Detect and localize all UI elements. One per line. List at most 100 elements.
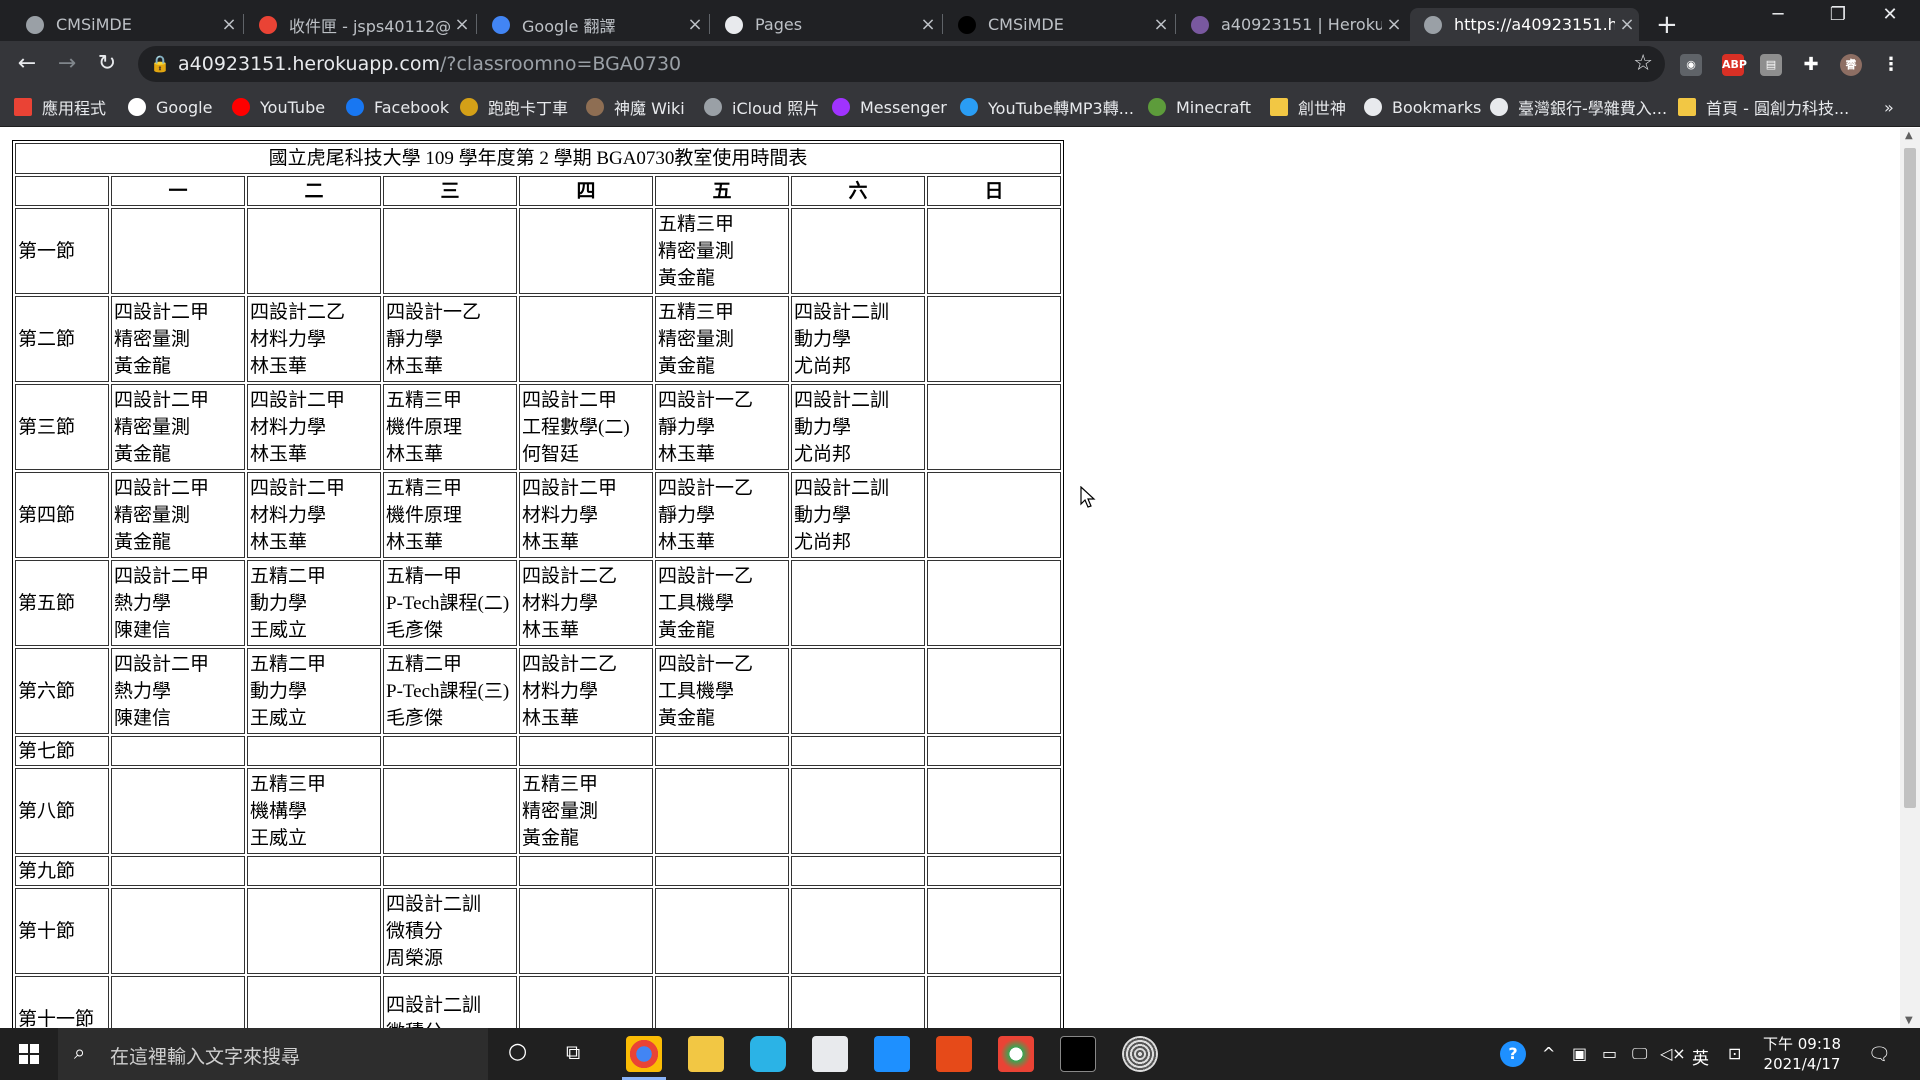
bookmark-item[interactable]: iCloud 照片 (704, 95, 819, 119)
close-tab-icon[interactable]: × (1382, 14, 1406, 35)
taskbar-file-explorer-icon[interactable] (688, 1036, 724, 1072)
page-scrollbar[interactable]: ▲ ▼ (1900, 128, 1920, 1028)
bookmark-item[interactable]: YouTube轉MP3轉... (960, 95, 1134, 119)
cell-line: 機件原理 (386, 416, 463, 438)
browser-tab[interactable]: a40923151 | Heroku × (1177, 8, 1406, 41)
bookmark-item[interactable]: 臺灣銀行-學雜費入... (1490, 95, 1667, 119)
schedule-cell: 四設計二甲 熱力學 陳建信 (111, 560, 245, 646)
bookmark-item[interactable]: Messenger (832, 95, 947, 119)
bookmark-item[interactable]: Google (128, 95, 212, 119)
taskbar-chrome-icon[interactable] (626, 1036, 662, 1072)
schedule-cell: 五精二甲 動力學 王威立 (247, 648, 381, 734)
taskbar-clock[interactable]: 下午 09:18 2021/4/17 (1760, 1034, 1844, 1074)
profile-avatar[interactable]: 睿 (1840, 54, 1862, 76)
extension-cast-icon[interactable]: ▤ (1760, 54, 1782, 76)
restore-window-icon[interactable]: ❐ (1808, 4, 1868, 25)
scroll-down-arrow-icon[interactable]: ▼ (1905, 1015, 1913, 1026)
tray-chevron-up-icon[interactable]: ^ (1542, 1044, 1555, 1063)
cortana-circle-icon[interactable]: ○ (508, 1039, 527, 1064)
extension-mask-icon[interactable]: ◉ (1680, 54, 1702, 76)
close-tab-icon[interactable]: × (683, 14, 707, 35)
taskbar-chrome-canary-icon[interactable] (998, 1036, 1034, 1072)
day-header: 四 (519, 176, 653, 206)
taskbar-app-icon[interactable] (1122, 1036, 1158, 1072)
browser-tab[interactable]: Pages × (711, 8, 940, 41)
youtube-icon (232, 98, 250, 116)
taskbar-search-box[interactable]: ⌕ 在這裡輸入文字來搜尋 (58, 1028, 488, 1080)
notification-center-icon[interactable]: 🗨 (1868, 1044, 1891, 1065)
cell-line: P-Tech課程(二) (386, 592, 510, 614)
scrollbar-thumb[interactable] (1904, 148, 1916, 808)
back-icon[interactable]: ← (12, 49, 42, 79)
bookmark-item[interactable]: 跑跑卡丁車 (460, 95, 568, 119)
schedule-cell (791, 648, 925, 734)
bookmark-item[interactable]: Minecraft (1148, 95, 1251, 119)
browser-tab[interactable]: Google 翻譯 × (478, 8, 707, 41)
cell-line: 林玉華 (250, 443, 308, 465)
windows-start-button[interactable] (0, 1028, 58, 1080)
cell-line: 林玉華 (522, 619, 580, 641)
mouse-cursor-icon (1080, 486, 1096, 508)
cell-line: 四設計二訓 (794, 301, 890, 323)
bookmark-star-icon[interactable]: ☆ (1633, 51, 1653, 76)
tray-volume-muted-icon[interactable]: ◁× (1660, 1044, 1686, 1063)
cell-line: 林玉華 (386, 531, 444, 553)
taskbar-kkbox-icon[interactable] (750, 1036, 786, 1072)
bookmark-item[interactable]: YouTube (232, 95, 325, 119)
tray-battery-icon[interactable]: ▭ (1602, 1044, 1617, 1063)
bookmark-item[interactable]: Bookmarks (1364, 95, 1481, 119)
minimize-window-icon[interactable]: ─ (1748, 4, 1808, 25)
lock-icon[interactable]: 🔒 (150, 54, 170, 73)
forward-icon[interactable]: → (52, 49, 82, 79)
taskbar-mail-icon[interactable] (874, 1036, 910, 1072)
schedule-cell (519, 208, 653, 294)
cell-line: 王威立 (250, 827, 308, 849)
cell-line: 材料力學 (522, 592, 599, 614)
tray-meet-now-icon[interactable]: ▣ (1572, 1044, 1587, 1063)
url-text[interactable]: a40923151.herokuapp.com/?classroomno=BGA… (178, 53, 681, 75)
taskbar-store-icon[interactable] (812, 1036, 848, 1072)
schedule-cell (791, 736, 925, 766)
tray-network-icon[interactable]: 🖵 (1632, 1044, 1647, 1064)
cell-line: 五精三甲 (386, 389, 463, 411)
cell-line: 周榮源 (386, 947, 444, 969)
browser-tab[interactable]: CMSiMDE × (12, 8, 241, 41)
scroll-up-arrow-icon[interactable]: ▲ (1905, 130, 1913, 141)
bookmark-item[interactable]: Facebook (346, 95, 449, 119)
browser-tab[interactable]: CMSiMDE × (944, 8, 1173, 41)
task-view-icon[interactable]: ⧉ (566, 1040, 580, 1064)
close-tab-icon[interactable]: × (916, 14, 940, 35)
extensions-puzzle-icon[interactable]: ✚ (1800, 54, 1822, 76)
taskbar-terminal-icon[interactable] (1060, 1036, 1096, 1072)
address-bar[interactable]: 🔒 a40923151.herokuapp.com/?classroomno=B… (138, 46, 1665, 82)
bookmark-item[interactable]: 神魔 Wiki (586, 95, 685, 119)
adblock-plus-icon[interactable]: ABP (1722, 54, 1747, 76)
browser-tab[interactable]: 收件匣 - jsps40112@g × (245, 8, 474, 41)
cell-line: 陳建信 (114, 707, 172, 729)
close-tab-icon[interactable]: × (1615, 14, 1639, 35)
cell-line: 動力學 (794, 328, 852, 350)
bookmark-item[interactable]: 創世神 (1270, 95, 1346, 119)
cell-line: 精密量測 (658, 240, 735, 262)
menu-kebab-icon[interactable]: ⋮ (1880, 54, 1902, 76)
close-tab-icon[interactable]: × (217, 14, 241, 35)
close-tab-icon[interactable]: × (450, 14, 474, 35)
help-question-icon[interactable]: ? (1500, 1041, 1526, 1067)
bookmark-item[interactable]: 應用程式 (14, 95, 106, 119)
close-tab-icon[interactable]: × (1149, 14, 1173, 35)
new-tab-icon[interactable]: + (1656, 10, 1678, 40)
bookmark-label: 應用程式 (42, 99, 107, 118)
taskbar-office-icon[interactable] (936, 1036, 972, 1072)
globe-icon (26, 15, 44, 34)
reload-icon[interactable]: ↻ (92, 49, 122, 79)
table-row: 第二節 四設計二甲 精密量測 黃金龍 四設計二乙 材料力學 林玉華 四設計一乙 靜力學 林玉華 五精… (15, 296, 1061, 382)
schedule-cell: 四設計二訓 微積分 周榮源 (383, 888, 517, 974)
tray-ime-mode-icon[interactable]: ⊡ (1728, 1044, 1741, 1063)
cell-line: 五精二甲 (250, 565, 327, 587)
browser-tab[interactable]: https://a40923151.he × (1410, 8, 1639, 41)
close-window-icon[interactable]: ✕ (1860, 4, 1920, 25)
schedule-cell (247, 208, 381, 294)
bookmarks-overflow-icon[interactable]: » (1884, 95, 1894, 119)
ime-indicator[interactable]: 英 (1692, 1044, 1709, 1069)
bookmark-item[interactable]: 首頁 - 圓創力科技... (1678, 95, 1849, 119)
